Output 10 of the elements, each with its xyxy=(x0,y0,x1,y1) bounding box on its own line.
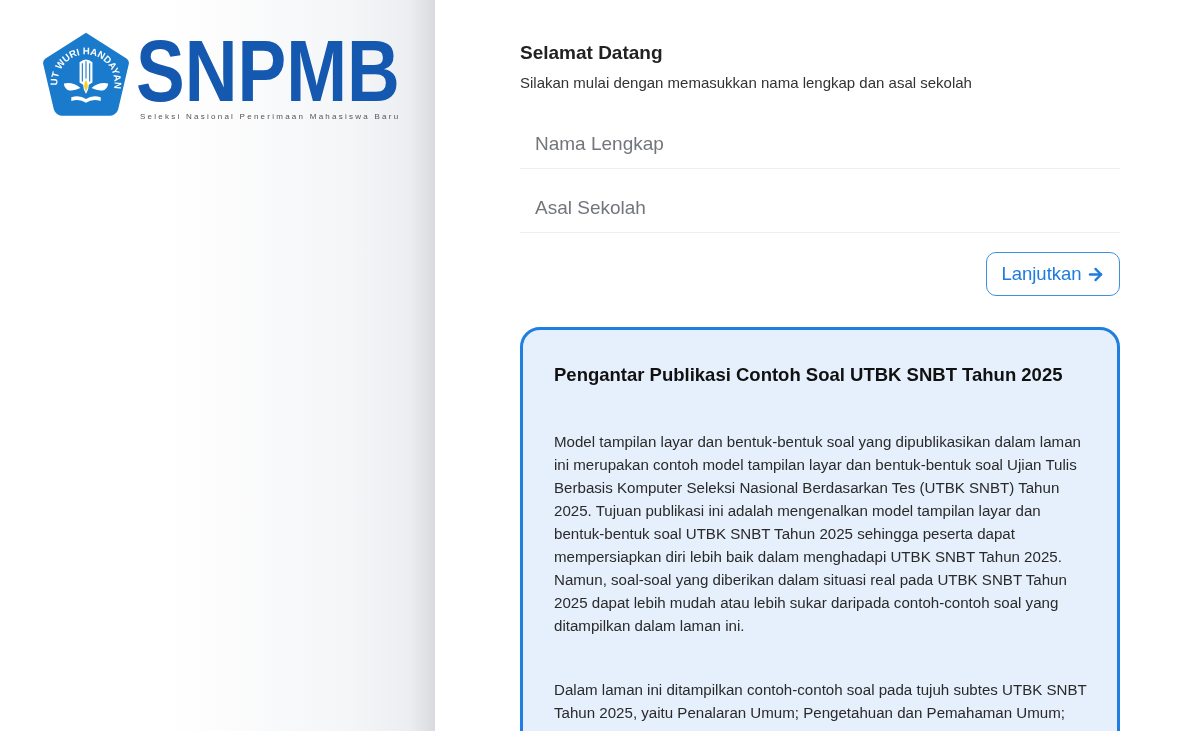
logo-wordmark: SNPMB xyxy=(136,31,400,111)
card-paragraph: Dalam laman ini ditampilkan contoh-contoh soal pada tujuh subtes UTBK SNBT Tahun 2025, yaitu Penalaran Umum; Pengetahuan dan Pemahaman Umum; xyxy=(554,680,1088,723)
text-input-field[interactable]: Asal Sekolah xyxy=(520,183,1120,233)
card-paragraph: Model tampilan layar dan bentuk-bentuk soal yang dipublikasikan dalam laman ini merupakan contoh model tampilan layar dan bentuk-bentuk soal Ujian Tulis Berbasis Komputer Seleksi Nasional Berdasarkan Tes (UTBK SNBT) Tahun 2025. Tujuan publikasi ini adalah mengenalkan model tampilan layar dan bentuk-bentuk soal UTBK SNBT Tahun 2025 sehingga peserta dapat mempersiapkan diri lebih baik dalam menghadapi UTBK SNBT Tahun 2025. Namun, soal-soal yang diberikan dalam situasi real pada UTBK SNBT Tahun 2025 dapat lebih mudah atau lebih sukar daripada contoh-contoh soal yang ditampilkan dalam laman ini. xyxy=(554,432,1082,636)
card-title: Pengantar Publikasi Contoh Soal UTBK SNBT Tahun 2025 xyxy=(554,363,1064,387)
continue-button[interactable]: Lanjutkan xyxy=(986,252,1120,296)
text-input-field[interactable]: Nama Lengkap xyxy=(520,119,1120,169)
welcome-subtitle: Silakan mulai dengan memasukkan nama lengkap dan asal sekolah xyxy=(520,73,973,93)
welcome-title: Selamat Datang xyxy=(520,41,664,65)
logo-tagline: Seleksi Nasional Penerimaan Mahasiswa Baru xyxy=(140,111,401,123)
